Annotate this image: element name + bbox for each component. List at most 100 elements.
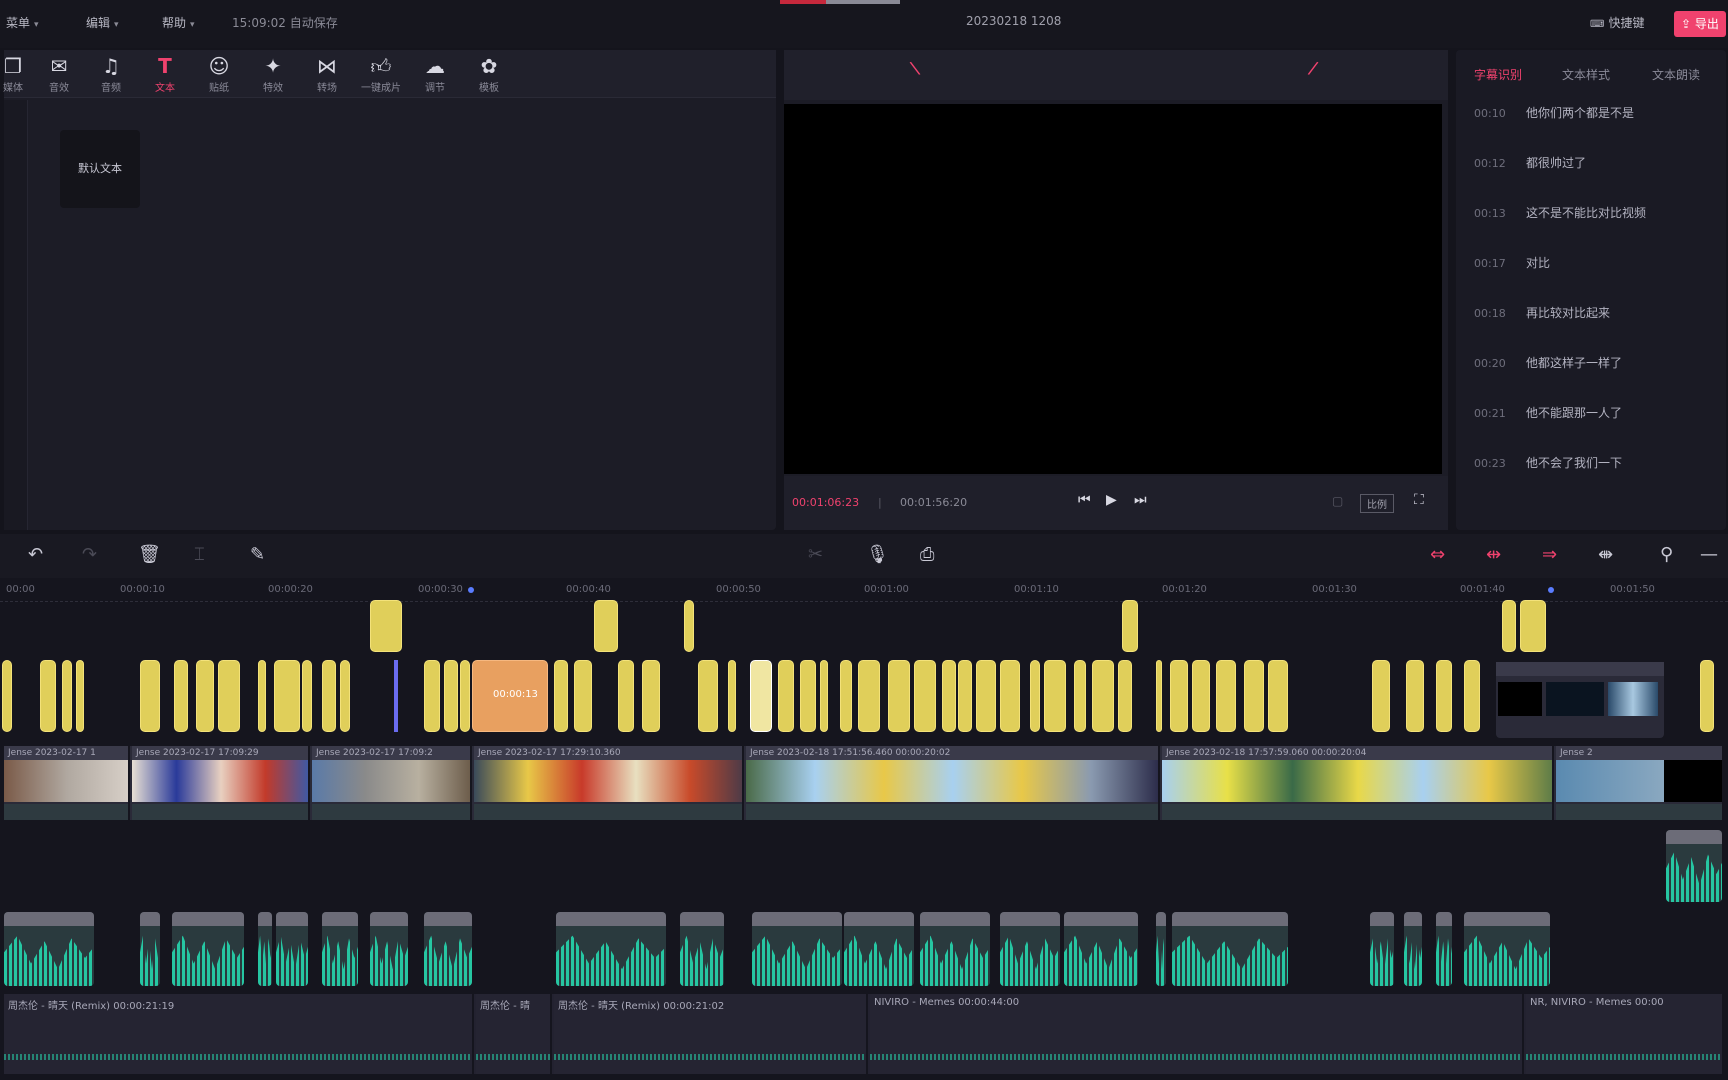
text-clip[interactable] — [274, 660, 300, 732]
text-clip[interactable] — [778, 660, 794, 732]
text-clip[interactable] — [258, 660, 266, 732]
menu-file[interactable]: 菜单 ▾ — [6, 14, 39, 31]
text-clip[interactable] — [302, 660, 312, 732]
text-clip[interactable] — [1074, 660, 1086, 732]
text-clip[interactable] — [554, 660, 568, 732]
text-clip[interactable] — [942, 660, 956, 732]
audio-clip[interactable] — [556, 912, 666, 986]
text-clip[interactable] — [1000, 660, 1020, 732]
link-icon[interactable]: ⇔ — [1430, 544, 1445, 565]
menu-help[interactable]: 帮助 ▾ — [162, 14, 195, 31]
audio-clip[interactable] — [844, 912, 914, 986]
audio-clip[interactable] — [1464, 912, 1550, 986]
delete-icon[interactable]: 🗑︎ — [138, 544, 161, 565]
music-clip[interactable]: NIVIRO - Memes 00:00:44:00 — [870, 994, 1524, 1074]
text-clip[interactable] — [1092, 660, 1114, 732]
subtitle-row[interactable]: 00:12 都很帅过了 — [1474, 148, 1714, 178]
tool-text[interactable]: T 文本 — [140, 54, 190, 94]
text-clip-selected[interactable]: 00:00:13 — [472, 660, 548, 732]
text-clip[interactable] — [1030, 660, 1040, 732]
text-clip[interactable] — [1044, 660, 1066, 732]
text-clip[interactable] — [1216, 660, 1236, 732]
sticker-clip[interactable] — [1122, 600, 1138, 652]
subtitle-row[interactable]: 00:13 这不是不能比对比视频 — [1474, 198, 1714, 228]
text-clip[interactable] — [858, 660, 880, 732]
text-clip[interactable] — [196, 660, 214, 732]
video-clip[interactable]: Jense 2023-02-17 17:09:2 — [312, 746, 472, 820]
playhead-marker[interactable] — [468, 587, 474, 593]
scissors-icon[interactable]: ✂ — [808, 544, 823, 565]
text-clip[interactable] — [1406, 660, 1424, 732]
text-clip[interactable] — [340, 660, 350, 732]
crop-icon[interactable]: ▢ — [1332, 494, 1343, 508]
subtitle-row[interactable]: 00:20 他都这样子一样了 — [1474, 348, 1714, 378]
video-clip[interactable]: Jense 2023-02-17 1 — [4, 746, 130, 820]
tool-audio[interactable]: ♫ 音频 — [86, 54, 136, 94]
text-clip[interactable] — [1464, 660, 1480, 732]
subtitle-row[interactable]: 00:21 他不能跟那一人了 — [1474, 398, 1714, 428]
snap-icon[interactable]: ⇹ — [1486, 544, 1501, 565]
audio-clip[interactable] — [424, 912, 472, 986]
export-button[interactable]: ⇪ 导出 — [1674, 11, 1726, 37]
audio-clip[interactable] — [1064, 912, 1138, 986]
redo-icon[interactable]: ↷ — [82, 544, 97, 565]
preview-axis-icon[interactable]: ⇒ — [1542, 544, 1557, 565]
text-clip[interactable] — [1268, 660, 1288, 732]
camera-icon[interactable]: ⎙ — [920, 544, 934, 565]
fullscreen-icon[interactable]: ⛶ — [1414, 492, 1424, 508]
text-clip[interactable] — [800, 660, 816, 732]
text-clip[interactable] — [618, 660, 634, 732]
audio-clip[interactable] — [258, 912, 272, 986]
tool-effect[interactable]: ✦ 特效 — [248, 54, 298, 94]
music-clip[interactable]: 周杰伦 - 晴天 (Remix) 00:00:21:19 — [4, 994, 474, 1074]
text-clip[interactable] — [174, 660, 188, 732]
text-clip[interactable] — [914, 660, 936, 732]
video-clip[interactable]: Jense 2023-02-18 17:51:56.460 00:00:20:0… — [746, 746, 1160, 820]
tool-sound-effect[interactable]: ✉ 音效 — [34, 54, 84, 94]
text-clip[interactable] — [840, 660, 852, 732]
subtitle-row[interactable]: 00:10 他你们两个都是不是 — [1474, 98, 1714, 128]
text-clip[interactable] — [40, 660, 56, 732]
tab-text-reading[interactable]: 文本朗读 — [1652, 66, 1700, 83]
text-clip[interactable] — [1192, 660, 1210, 732]
text-clip[interactable] — [460, 660, 470, 732]
tool-template[interactable]: ✿ 模板 — [464, 54, 514, 94]
audio-clip[interactable] — [370, 912, 408, 986]
tab-subtitle-recognition[interactable]: 字幕识别 — [1474, 66, 1522, 83]
text-clip[interactable] — [424, 660, 440, 732]
text-clip[interactable] — [2, 660, 12, 732]
time-ruler[interactable]: 00:00 00:00:10 00:00:20 00:00:30 00:00:4… — [0, 578, 1728, 602]
split-icon[interactable]: ⌶ — [194, 544, 205, 565]
audio-clip[interactable] — [1666, 830, 1722, 902]
shortcut-button[interactable]: ⌨ 快捷键 — [1590, 14, 1644, 31]
audio-clip[interactable] — [172, 912, 244, 986]
music-clip[interactable]: 周杰伦 - 晴天 (Remix) 00:00:21:02 — [554, 994, 868, 1074]
tool-one-click[interactable]: 👍︎ 一键成片 — [356, 54, 406, 94]
split-screen-icon[interactable]: ⇼ — [1598, 544, 1613, 565]
audio-clip[interactable] — [752, 912, 842, 986]
marker-icon[interactable]: ✎ — [250, 544, 265, 565]
audio-clip[interactable] — [920, 912, 990, 986]
text-clip[interactable] — [698, 660, 718, 732]
text-clip[interactable] — [1156, 660, 1162, 732]
text-clip[interactable] — [62, 660, 72, 732]
audio-clip[interactable] — [680, 912, 724, 986]
audio-clip[interactable] — [140, 912, 160, 986]
video-clip[interactable]: Jense 2023-02-17 17:29:10.360 — [474, 746, 744, 820]
sticker-clip[interactable] — [684, 600, 694, 652]
microphone-icon[interactable]: 🎙︎ — [866, 544, 889, 565]
text-clip[interactable] — [888, 660, 910, 732]
zoom-icon[interactable]: ⚲ — [1660, 544, 1673, 565]
text-clip[interactable] — [728, 660, 736, 732]
default-text-card[interactable]: 默认文本 — [60, 130, 140, 208]
audio-clip[interactable] — [322, 912, 358, 986]
text-clip[interactable] — [76, 660, 84, 732]
sticker-clip[interactable] — [1502, 600, 1516, 652]
next-frame-icon[interactable]: ⏭ — [1134, 492, 1147, 508]
video-clip[interactable]: Jense 2023-02-18 17:57:59.060 00:00:20:0… — [1162, 746, 1554, 820]
text-clip[interactable] — [1700, 660, 1714, 732]
text-clip[interactable] — [218, 660, 240, 732]
ratio-button[interactable]: 比例 — [1360, 494, 1394, 513]
sticker-clip[interactable] — [1520, 600, 1546, 652]
text-clip[interactable] — [1244, 660, 1264, 732]
